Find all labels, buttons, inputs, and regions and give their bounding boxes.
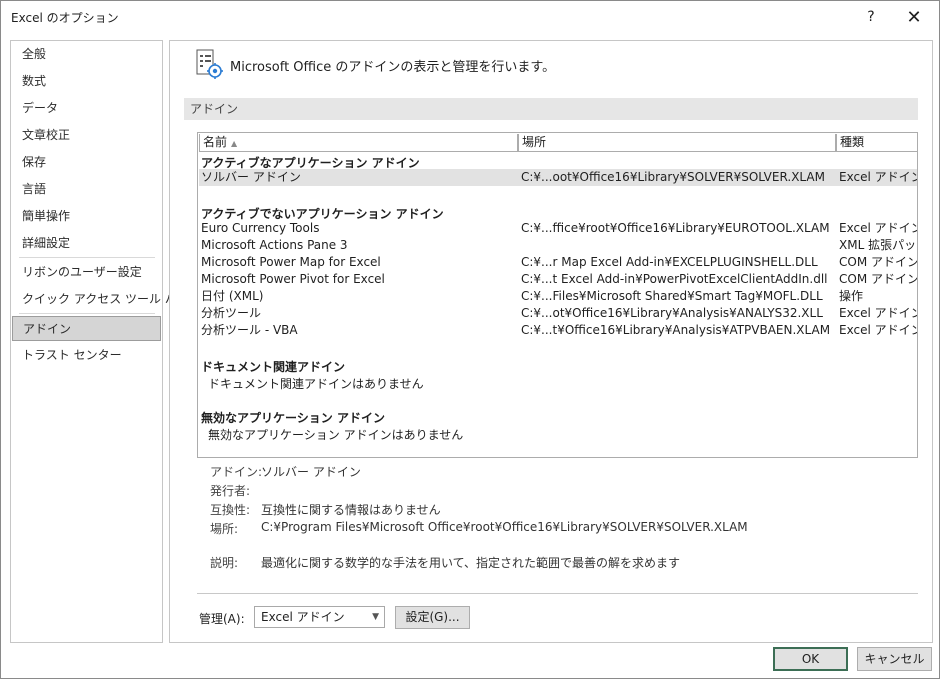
column-header-name-label: 名前	[203, 135, 228, 149]
nav-item-customize-ribbon[interactable]: リボンのユーザー設定	[12, 260, 161, 285]
nav-item-accessibility[interactable]: 簡単操作	[12, 204, 161, 229]
nav-item-quick-access-toolbar[interactable]: クイック アクセス ツール バー	[12, 287, 189, 312]
column-header-name[interactable]: 名前 ▲	[199, 134, 518, 152]
column-header-type[interactable]: 種類	[836, 134, 917, 152]
row-name: Microsoft Power Pivot for Excel	[201, 272, 385, 286]
options-nav: 全般 数式 データ 文章校正 保存 言語 簡単操作 詳細設定 リボンのユーザー設…	[10, 40, 189, 643]
row-type: Excel アドイン	[839, 323, 918, 337]
row-name: Microsoft Power Map for Excel	[201, 255, 381, 269]
table-row[interactable]: Microsoft Actions Pane 3 XML 拡張パック	[199, 237, 917, 254]
detail-addin-label: アドイン:	[210, 465, 263, 479]
group-disabled-title: 無効なアプリケーション アドイン	[201, 411, 385, 425]
sort-ascending-icon: ▲	[231, 139, 238, 148]
row-name: ソルバー アドイン	[201, 170, 301, 184]
row-name: 日付 (XML)	[201, 289, 264, 303]
nav-divider	[19, 257, 155, 258]
row-location: C:¥...ffice¥root¥Office16¥Library¥EUROTO…	[521, 221, 830, 235]
table-row[interactable]: 分析ツール C:¥...ot¥Office16¥Library¥Analysis…	[199, 305, 918, 322]
manage-label: 管理(A):	[199, 612, 245, 626]
group-disabled-empty: 無効なアプリケーション アドインはありません	[208, 428, 464, 442]
cancel-button[interactable]: キャンセル	[857, 647, 932, 671]
row-type: Excel アドイン	[839, 221, 918, 235]
table-row[interactable]: ソルバー アドイン C:¥...oot¥Office16¥Library¥SOL…	[199, 169, 918, 186]
row-type: 操作	[839, 289, 864, 303]
close-button[interactable]: ✕	[896, 3, 932, 31]
nav-item-advanced[interactable]: 詳細設定	[12, 231, 161, 256]
chevron-down-icon: ▼	[372, 612, 379, 622]
nav-item-save[interactable]: 保存	[12, 150, 161, 175]
row-type: XML 拡張パック	[839, 238, 917, 252]
row-location: C:¥...t¥Office16¥Library¥Analysis¥ATPVBA…	[521, 323, 831, 337]
nav-divider	[19, 313, 155, 314]
group-document-title: ドキュメント関連アドイン	[201, 360, 346, 374]
detail-description-value: 最適化に関する数学的な手法を用いて、指定された範囲で最善の解を求めます	[261, 556, 681, 570]
row-name: 分析ツール - VBA	[201, 323, 298, 337]
column-header-location[interactable]: 場所	[518, 134, 836, 152]
detail-location-value: C:¥Program Files¥Microsoft Office¥root¥O…	[261, 520, 748, 534]
addins-panel: Microsoft Office のアドインの表示と管理を行います。 アドイン …	[169, 40, 933, 643]
manage-dropdown[interactable]: Excel アドイン ▼	[254, 606, 385, 628]
table-row[interactable]: Microsoft Power Map for Excel C:¥...r Ma…	[199, 254, 918, 271]
dialog-title: Excel のオプション	[11, 11, 119, 25]
row-type: COM アドイン	[839, 272, 918, 286]
row-type: COM アドイン	[839, 255, 918, 269]
nav-item-language[interactable]: 言語	[12, 177, 161, 202]
detail-addin-value: ソルバー アドイン	[261, 465, 361, 479]
row-location: C:¥...ot¥Office16¥Library¥Analysis¥ANALY…	[521, 306, 823, 320]
panel-divider	[197, 593, 918, 594]
excel-options-dialog: Excel のオプション ? ✕ 全般 数式 データ 文章校正 保存 言語 簡単…	[0, 0, 940, 679]
detail-location-label: 場所:	[210, 522, 239, 536]
table-row[interactable]: Microsoft Power Pivot for Excel C:¥...t …	[199, 271, 918, 288]
nav-item-trust-center[interactable]: トラスト センター	[12, 343, 161, 368]
group-document-empty: ドキュメント関連アドインはありません	[208, 377, 424, 391]
table-row[interactable]: Euro Currency Tools C:¥...ffice¥root¥Off…	[199, 220, 918, 237]
panel-heading: Microsoft Office のアドインの表示と管理を行います。	[230, 60, 556, 75]
detail-compat-label: 互換性:	[210, 503, 251, 517]
go-button[interactable]: 設定(G)...	[395, 606, 470, 629]
row-location: C:¥...r Map Excel Add-in¥EXCELPLUGINSHEL…	[521, 255, 818, 269]
nav-item-proofing[interactable]: 文章校正	[12, 123, 161, 148]
detail-description-label: 説明:	[210, 556, 239, 570]
section-title: アドイン	[184, 98, 918, 120]
nav-item-general[interactable]: 全般	[12, 42, 161, 67]
ok-button[interactable]: OK	[773, 647, 848, 671]
nav-item-data[interactable]: データ	[12, 96, 161, 121]
help-button[interactable]: ?	[853, 3, 889, 31]
row-location: C:¥...t Excel Add-in¥PowerPivotExcelClie…	[521, 272, 828, 286]
nav-item-formulas[interactable]: 数式	[12, 69, 161, 94]
row-type: Excel アドイン	[839, 306, 918, 320]
detail-compat-value: 互換性に関する情報はありません	[261, 503, 441, 517]
title-bar: Excel のオプション ? ✕	[1, 1, 939, 33]
addins-list[interactable]: 名前 ▲ 場所 種類 アクティブなアプリケーション アドイン ソルバー アドイン …	[197, 132, 918, 458]
manage-dropdown-value: Excel アドイン	[261, 610, 345, 624]
row-type: Excel アドイン	[839, 170, 918, 184]
addin-settings-icon	[196, 49, 223, 79]
table-row[interactable]: 分析ツール - VBA C:¥...t¥Office16¥Library¥Ana…	[199, 322, 918, 339]
nav-item-addins[interactable]: アドイン	[12, 316, 161, 341]
row-name: Euro Currency Tools	[201, 221, 320, 235]
row-location: C:¥...Files¥Microsoft Shared¥Smart Tag¥M…	[521, 289, 823, 303]
table-row[interactable]: 日付 (XML) C:¥...Files¥Microsoft Shared¥Sm…	[199, 288, 917, 305]
row-location: C:¥...oot¥Office16¥Library¥SOLVER¥SOLVER…	[521, 170, 825, 184]
row-name: 分析ツール	[201, 306, 262, 320]
detail-publisher-label: 発行者:	[210, 484, 251, 498]
row-name: Microsoft Actions Pane 3	[201, 238, 348, 252]
